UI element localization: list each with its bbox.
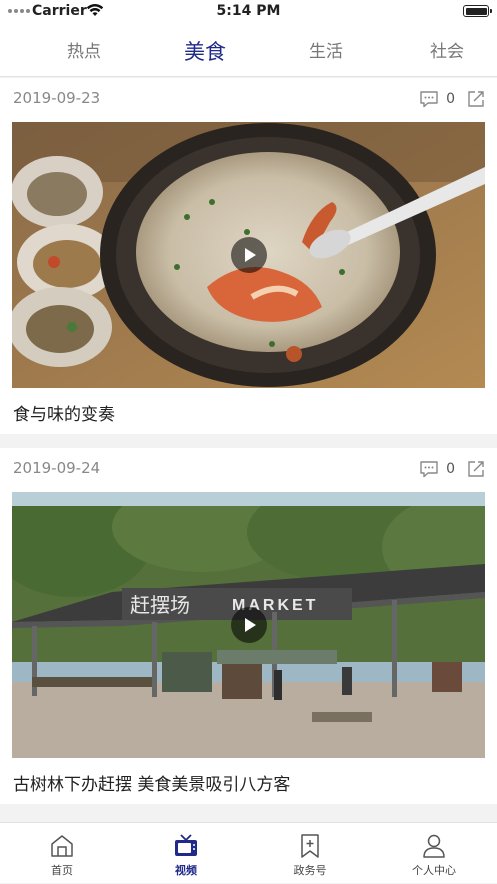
nav-label: 视频 [175,864,197,877]
nav-label: 首页 [51,864,73,877]
video-card[interactable]: 2019-09-23 0 食与味的变奏 [0,78,497,434]
share-icon[interactable] [467,90,485,108]
status-bar: Carrier 5:14 PM [0,0,497,26]
play-button[interactable] [230,237,267,273]
bottom-nav: 首页 视频 政务号 个人中心 [0,822,497,883]
nav-video[interactable]: 视频 [124,823,248,884]
nav-profile[interactable]: 个人中心 [372,823,496,884]
video-thumbnail[interactable] [12,122,485,388]
category-tabs: 热点 美食 生活 社会 [0,26,497,77]
video-title[interactable]: 古树林下办赶摆 美食美景吸引八方客 [13,770,290,795]
video-date: 2019-09-23 [13,89,101,107]
comment-count: 0 [446,461,455,477]
video-title[interactable]: 食与味的变奏 [13,400,115,425]
tab-food[interactable]: 美食 [145,26,265,76]
comment-icon[interactable] [419,90,439,108]
nav-home[interactable]: 首页 [0,823,124,884]
status-time: 5:14 PM [216,3,281,19]
nav-label: 政务号 [293,864,327,877]
home-icon [51,835,73,857]
comment-icon[interactable] [419,460,439,478]
tab-hot[interactable]: 热点 [24,26,144,76]
share-icon[interactable] [467,460,485,478]
bookmark-plus-icon [301,834,319,858]
nav-government[interactable]: 政务号 [248,823,372,884]
person-icon [423,834,445,858]
video-thumbnail[interactable]: 赶摆场 MARKET [12,492,485,758]
video-date: 2019-09-24 [13,459,101,477]
battery-icon [463,5,492,17]
video-actions: 0 [419,460,485,478]
market-sign-cn: 赶摆场 [130,594,190,617]
tab-society[interactable]: 社会 [387,26,497,76]
video-actions: 0 [419,90,485,108]
nav-label: 个人中心 [412,864,456,877]
comment-count: 0 [446,91,455,107]
video-card[interactable]: 2019-09-24 0 赶摆场 MARKET 古树林下办赶摆 美食美景吸引八方… [0,448,497,804]
tab-life[interactable]: 生活 [266,26,386,76]
play-button[interactable] [230,607,267,643]
tv-icon [175,834,197,856]
